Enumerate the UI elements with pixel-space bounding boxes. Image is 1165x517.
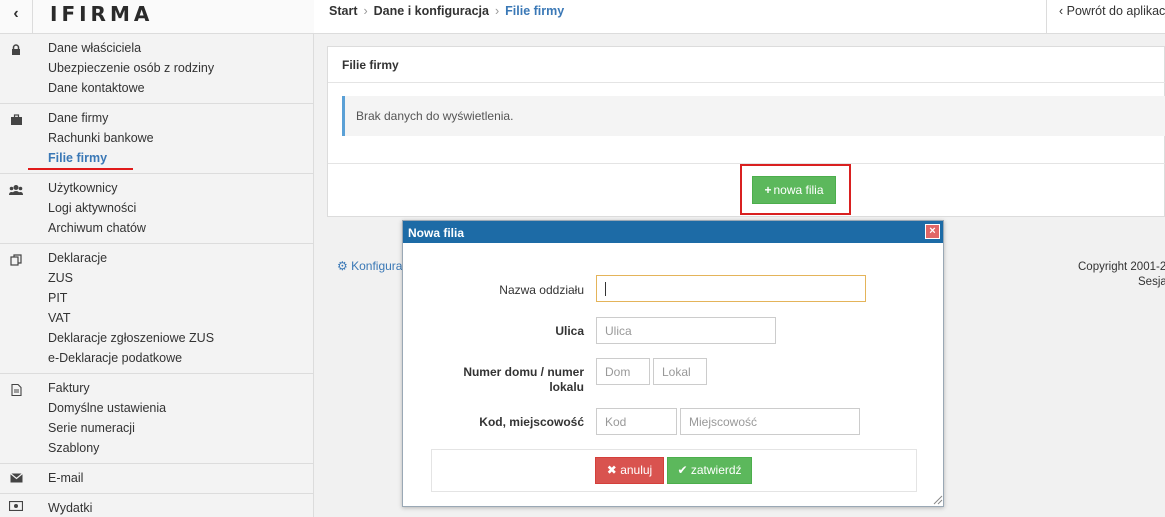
sidebar-item-declarations[interactable]: Deklaracje <box>48 251 107 265</box>
sidebar-item-e-declarations[interactable]: e-Deklaracje podatkowe <box>48 351 182 365</box>
close-icon: ✖ <box>606 463 617 477</box>
breadcrumb-separator-icon: › <box>363 4 368 18</box>
copy-icon <box>9 254 23 266</box>
resize-handle-icon[interactable] <box>931 493 943 505</box>
sidebar-group-company: Dane firmy Rachunki bankowe Filie firmy <box>0 104 314 174</box>
sidebar-item-chat-archive[interactable]: Archiwum chatów <box>48 221 146 235</box>
sidebar-item-zus[interactable]: ZUS <box>48 271 73 285</box>
back-to-app-link[interactable]: ‹ Powrót do aplikacji <box>1046 0 1165 34</box>
sidebar-item-expenses[interactable]: Wydatki <box>48 501 92 515</box>
confirm-button[interactable]: ✔ zatwierdź <box>667 457 752 484</box>
new-branch-label: nowa filia <box>773 183 824 197</box>
street-input[interactable]: Ulica <box>596 317 776 344</box>
breadcrumb-start[interactable]: Start <box>329 4 357 18</box>
zip-code-input[interactable]: Kod <box>596 408 677 435</box>
chevron-left-icon: ‹ <box>1059 4 1067 18</box>
chevron-left-icon: ‹ <box>13 5 19 22</box>
sidebar-header: ‹ IFIRMA <box>0 0 314 34</box>
house-number-label-line1: Numer domu / numer <box>463 365 584 379</box>
house-number-input[interactable]: Dom <box>596 358 650 385</box>
breadcrumb-current: Filie firmy <box>505 4 565 18</box>
active-item-underline <box>28 168 133 170</box>
cancel-label: anuluj <box>620 463 653 477</box>
document-icon <box>9 383 23 397</box>
back-to-app-label: Powrót do aplikacji <box>1066 4 1165 18</box>
street-label: Ulica <box>555 324 584 338</box>
sidebar-item-email[interactable]: E-mail <box>48 471 83 485</box>
ifirma-logo[interactable]: IFIRMA <box>50 2 153 26</box>
city-input[interactable]: Miejscowość <box>680 408 860 435</box>
flat-number-input[interactable]: Lokal <box>653 358 707 385</box>
sidebar-item-numbering-series[interactable]: Serie numeracji <box>48 421 135 435</box>
cancel-button[interactable]: ✖ anuluj <box>595 457 664 484</box>
empty-message: Brak danych do wyświetlenia. <box>342 96 1165 136</box>
sidebar-item-branches[interactable]: Filie firmy <box>48 151 107 165</box>
sidebar-item-templates[interactable]: Szablony <box>48 441 99 455</box>
new-branch-button[interactable]: + nowa filia <box>752 176 836 204</box>
house-number-label: Numer domu / numer lokalu <box>443 365 584 395</box>
plus-icon: + <box>764 183 772 197</box>
sidebar: ‹ IFIRMA Dane właściciela Ubezpieczenie … <box>0 0 314 517</box>
sidebar-group-email: E-mail <box>0 464 314 494</box>
sidebar-item-pit[interactable]: PIT <box>48 291 67 305</box>
house-number-label-line2: lokalu <box>549 380 584 394</box>
sidebar-group-owner: Dane właściciela Ubezpieczenie osób z ro… <box>0 34 314 104</box>
users-icon <box>9 184 23 196</box>
copyright: Copyright 2001-2 Sesja <box>1078 260 1165 290</box>
sidebar-item-activity-logs[interactable]: Logi aktywności <box>48 201 136 215</box>
sidebar-group-invoices: Faktury Domyślne ustawienia Serie numera… <box>0 374 314 464</box>
sidebar-item-family-insurance[interactable]: Ubezpieczenie osób z rodziny <box>48 61 214 75</box>
top-bar: Start › Dane i konfiguracja › Filie firmy ‹ … <box>314 0 1165 34</box>
sidebar-item-zus-registration[interactable]: Deklaracje zgłoszeniowe ZUS <box>48 331 214 345</box>
sidebar-item-company-data[interactable]: Dane firmy <box>48 111 108 125</box>
close-icon[interactable]: × <box>925 224 940 239</box>
sidebar-item-default-settings[interactable]: Domyślne ustawienia <box>48 401 166 415</box>
collapse-sidebar-button[interactable]: ‹ <box>0 0 33 34</box>
briefcase-icon <box>9 114 23 126</box>
branch-name-label: Nazwa oddziału <box>499 283 584 297</box>
sidebar-group-expenses: Wydatki <box>0 494 314 517</box>
sidebar-item-bank-accounts[interactable]: Rachunki bankowe <box>48 131 154 145</box>
dialog-title: Nowa filia <box>403 221 943 243</box>
sidebar-item-users[interactable]: Użytkownicy <box>48 181 117 195</box>
panel-title: Filie firmy <box>328 47 1165 83</box>
text-caret <box>605 282 606 296</box>
branch-name-input[interactable] <box>596 275 866 302</box>
sidebar-item-contact-data[interactable]: Dane kontaktowe <box>48 81 145 95</box>
sidebar-item-vat[interactable]: VAT <box>48 311 70 325</box>
sidebar-item-owner-data[interactable]: Dane właściciela <box>48 41 141 55</box>
breadcrumb-data-config[interactable]: Dane i konfiguracja <box>374 4 489 18</box>
sidebar-group-declarations: Deklaracje ZUS PIT VAT Deklaracje zgłosz… <box>0 244 314 374</box>
sidebar-group-users: Użytkownicy Logi aktywności Archiwum cha… <box>0 174 314 244</box>
lock-icon <box>9 44 23 56</box>
check-icon: ✔ <box>677 463 688 477</box>
session-text: Sesja <box>1138 276 1165 288</box>
envelope-icon <box>9 473 23 485</box>
confirm-label: zatwierdź <box>690 463 742 477</box>
gear-icon: ⚙ <box>337 259 348 273</box>
breadcrumb: Start › Dane i konfiguracja › Filie firmy <box>329 4 564 18</box>
sidebar-item-invoices[interactable]: Faktury <box>48 381 90 395</box>
new-branch-dialog: Nowa filia × Nazwa oddziału Ulica Ulica … <box>402 220 944 507</box>
copyright-text: Copyright 2001-2 <box>1078 261 1165 273</box>
zip-city-label: Kod, miejscowość <box>479 415 584 429</box>
breadcrumb-separator-icon: › <box>494 4 500 18</box>
money-icon <box>8 500 24 513</box>
